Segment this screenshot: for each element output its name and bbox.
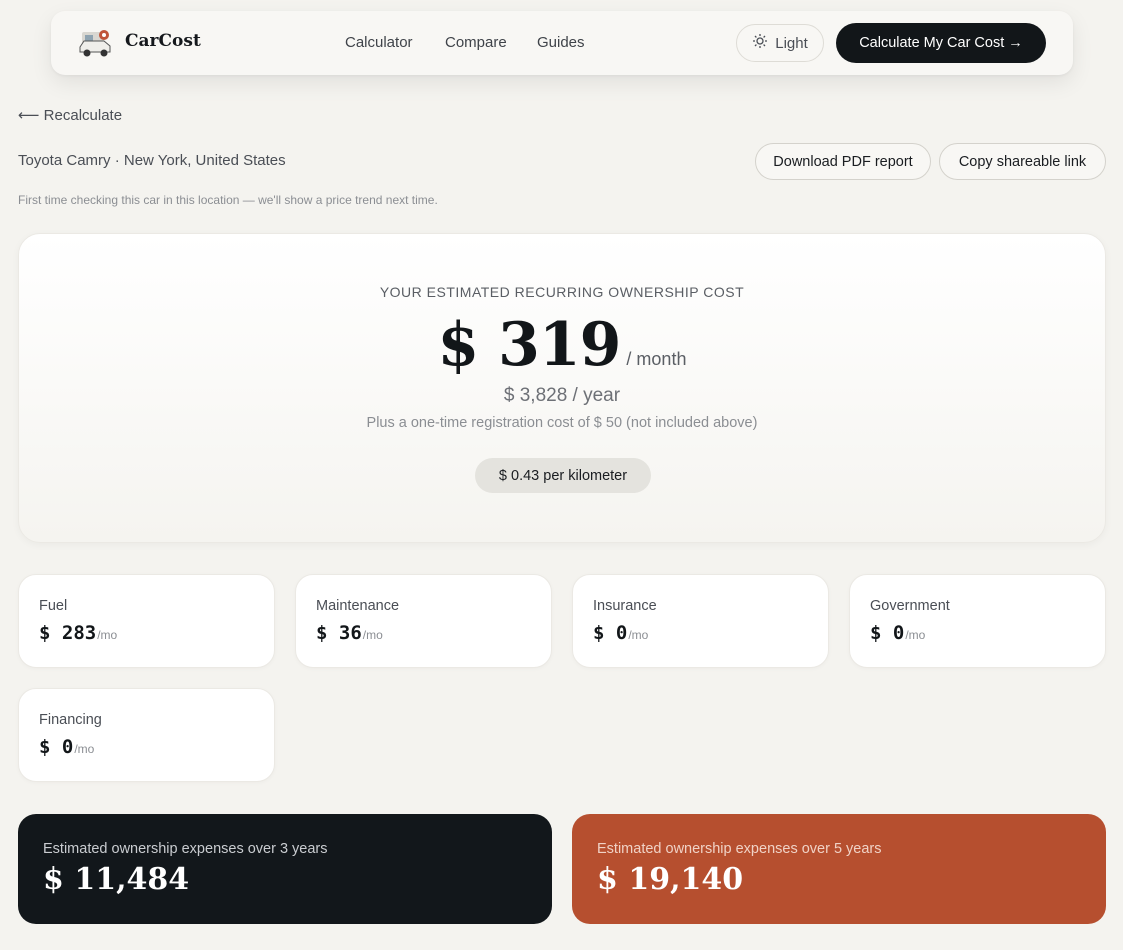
nav-link-calculator[interactable]: Calculator <box>345 34 413 51</box>
category-unit: /mo <box>97 628 118 642</box>
category-card-fuel: Fuel $ 283 /mo <box>18 574 275 668</box>
category-amount: $ 0 <box>870 622 905 644</box>
monthly-cost-amount: $ 319 <box>437 310 622 380</box>
category-name: Government <box>870 598 950 614</box>
category-amount: $ 0 <box>39 736 74 758</box>
category-unit: /mo <box>74 742 95 756</box>
calculate-cta-button[interactable]: Calculate My Car Cost → <box>836 23 1046 63</box>
total-label: Estimated ownership expenses over 3 year… <box>43 841 328 857</box>
category-value: $ 36 /mo <box>316 622 383 644</box>
nav-link-guides[interactable]: Guides <box>537 34 585 51</box>
five-year-total-card: Estimated ownership expenses over 5 year… <box>572 814 1106 924</box>
category-name: Maintenance <box>316 598 400 614</box>
category-amount: $ 36 <box>316 622 362 644</box>
monthly-cost-card: YOUR ESTIMATED RECURRING OWNERSHIP COST … <box>18 233 1106 543</box>
three-year-total-card: Estimated ownership expenses over 3 year… <box>18 814 552 924</box>
category-unit: /mo <box>362 628 383 642</box>
category-card-financing: Financing $ 0 /mo <box>18 688 275 782</box>
category-card-insurance: Insurance $ 0 /mo <box>572 574 829 668</box>
yearly-cost: $ 3,828 / year <box>503 385 621 406</box>
category-value: $ 0 /mo <box>593 622 648 644</box>
total-label: Estimated ownership expenses over 5 year… <box>597 841 882 857</box>
one-time-cost-note: Plus a one-time registration cost of $ 5… <box>366 415 758 431</box>
car-location-subtitle: Toyota Camry · New York, United States <box>18 152 286 169</box>
car-logo-icon[interactable] <box>78 27 114 59</box>
monthly-cost-period: / month <box>626 349 687 369</box>
per-km-badge: $ 0.43 per kilometer <box>475 458 651 493</box>
category-card-government: Government $ 0 /mo <box>849 574 1106 668</box>
nav-link-compare[interactable]: Compare <box>445 34 507 51</box>
category-card-maintenance: Maintenance $ 36 /mo <box>295 574 552 668</box>
category-amount: $ 283 <box>39 622 97 644</box>
category-value: $ 0 /mo <box>39 736 94 758</box>
price-trend-note: First time checking this car in this loc… <box>18 193 438 207</box>
hero-amount-row: $ 319 / month <box>19 310 1105 380</box>
theme-toggle-label: Light <box>775 34 808 52</box>
category-value: $ 0 /mo <box>870 622 925 644</box>
copy-link-button[interactable]: Copy shareable link <box>939 143 1106 180</box>
total-amount: $ 11,484 <box>43 862 190 897</box>
category-name: Fuel <box>39 598 68 614</box>
hero-label: YOUR ESTIMATED RECURRING OWNERSHIP COST <box>379 284 745 300</box>
recalculate-link[interactable]: ⟵ Recalculate <box>18 106 122 124</box>
sun-icon <box>752 33 768 53</box>
top-navbar: CarCost Calculator Compare Guides Light … <box>51 11 1073 75</box>
download-pdf-button[interactable]: Download PDF report <box>755 143 931 180</box>
category-value: $ 283 /mo <box>39 622 117 644</box>
brand-name[interactable]: CarCost <box>125 31 201 51</box>
theme-toggle-button[interactable]: Light <box>736 24 824 62</box>
category-unit: /mo <box>905 628 926 642</box>
category-unit: /mo <box>628 628 649 642</box>
category-amount: $ 0 <box>593 622 628 644</box>
category-name: Insurance <box>593 598 657 614</box>
total-amount: $ 19,140 <box>597 862 744 897</box>
category-name: Financing <box>39 712 102 728</box>
